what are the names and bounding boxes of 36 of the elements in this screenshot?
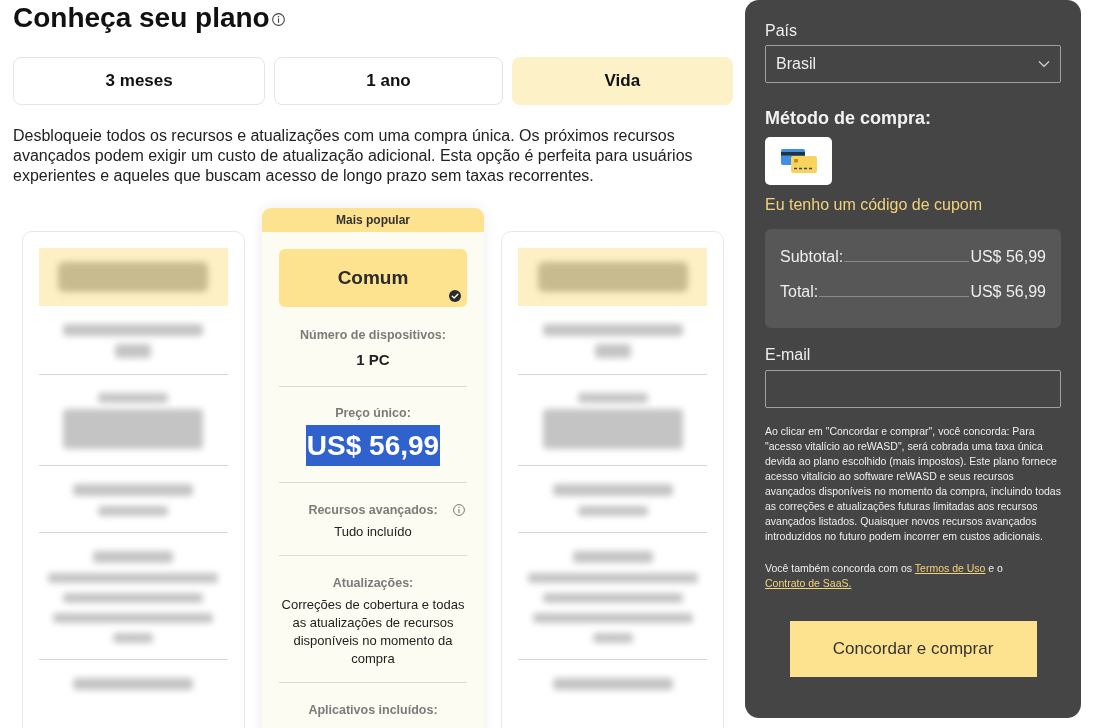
section-heading: Método de compra:	[765, 107, 932, 129]
terms-link[interactable]: Contrato de SaaS.	[765, 577, 852, 589]
feature-label: Preço único:	[335, 405, 411, 421]
feature-description: Correções de cobertura e todas as atualizações de recursos disponíveis no momento da compra	[280, 596, 466, 668]
summary-label: Subtotal:	[780, 247, 844, 267]
plan-description: Desbloqueie todos os recursos e atualizações com uma compra única. Os próximos recursos avançados podem exigir um custo de atualização adicional. Esta opção é perfeita para usuários experientes e aqueles que buscam acesso de longo prazo sem taxas recorrentes.	[13, 126, 694, 186]
feature-label: Aplicativos incluídos:	[308, 702, 438, 718]
country-select[interactable]: Brasil	[765, 45, 1061, 83]
legal-text: Ao clicar em "Concordar e comprar", você concorda: Para "acesso vitalício ao reWASD", será cobrada uma taxa única devida ao plano escolhido (mais impostos). Este plano fornece acesso vitalício ao software reWASD e seus recursos avançados disponíveis no momento da compra, incluindo todas as correções e atualizações futuras limitadas aos recursos avançados listados. Quaisquer novos recursos avançados introduzidos no futuro podem incorrer em custos adicionais.	[765, 424, 1061, 544]
page-title: Conheça seu plano	[13, 1, 270, 35]
popular-ribbon: Mais popular	[261, 208, 485, 232]
field-label: E-mail	[765, 345, 812, 365]
payment-method-button[interactable]	[765, 137, 832, 185]
field-label: País	[765, 21, 798, 41]
chevron-down-icon	[1038, 60, 1050, 68]
billing-period-tab[interactable]: 1 ano	[274, 57, 503, 105]
info-icon	[271, 12, 285, 26]
email-field[interactable]	[765, 370, 1061, 408]
coupon-link[interactable]: Eu tenho um código de cupom	[765, 195, 983, 215]
summary-label: Total:	[780, 282, 819, 302]
feature-label: Recursos avançados:	[308, 502, 438, 518]
feature-value: 1 PC	[355, 350, 391, 370]
billing-period-tab[interactable]: 3 meses	[13, 57, 266, 105]
agreement-text: Você também concorda com os Termos de Uso e o Contrato de SaaS.	[765, 561, 1004, 591]
summary-value: US$ 56,99	[970, 282, 1046, 302]
credit-cards-icon	[780, 147, 817, 175]
info-icon	[453, 504, 466, 516]
price-text: US$ 56,99	[305, 425, 441, 466]
feature-value: Tudo incluído	[333, 523, 413, 541]
summary-value: US$ 56,99	[970, 247, 1046, 267]
terms-link[interactable]: Termos de Uso	[914, 562, 986, 574]
billing-period-tab[interactable]: Vida	[511, 57, 733, 105]
plan-select-button[interactable]: Comum	[278, 249, 468, 307]
feature-label: Número de dispositivos:	[300, 327, 446, 343]
feature-label: Atualizações:	[332, 575, 414, 591]
buy-button[interactable]: Concordar e comprar	[789, 621, 1037, 677]
